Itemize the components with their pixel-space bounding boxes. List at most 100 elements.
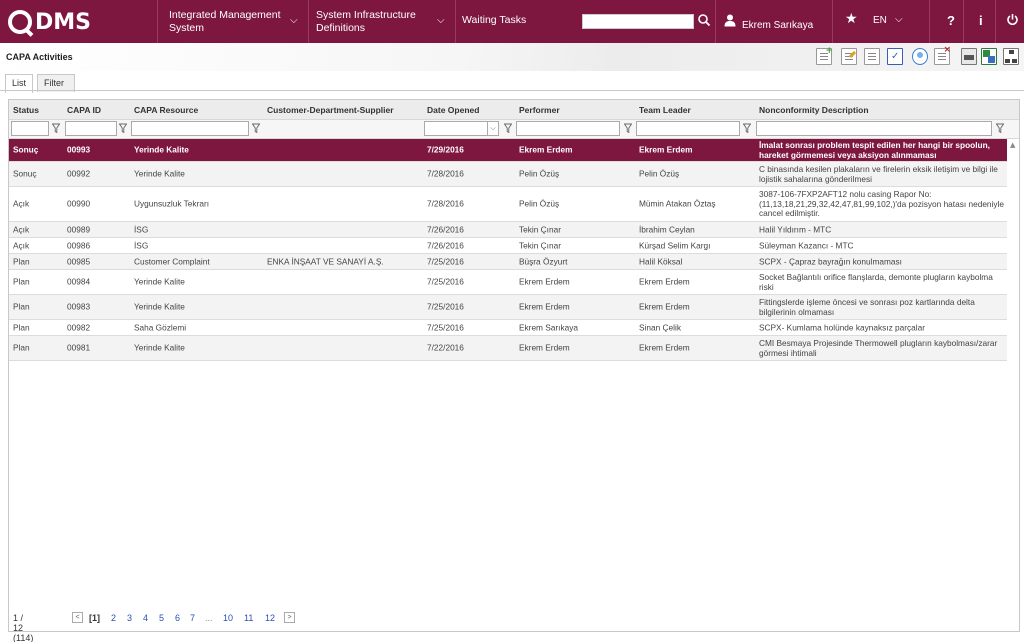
cell-performer: Ekrem Erdem [519,276,570,287]
cell-capa-id: 00986 [67,239,91,250]
filter-funnel-icon[interactable] [743,123,751,134]
chevron-down-icon: ⌵ [290,15,298,26]
filter-funnel-icon[interactable] [252,123,260,134]
chevron-down-icon[interactable]: ⌵ [895,14,903,25]
favorites-star-icon[interactable]: ★ [845,11,858,27]
table-row[interactable]: Açık 00990 Uygunsuzluk Tekrarı 7/28/2016… [9,187,1007,222]
previous-page-icon[interactable]: < [72,612,83,623]
language-selector[interactable]: EN [873,15,887,26]
nav-divider [929,0,930,43]
menu-system-infrastructure-definitions[interactable]: System Infrastructure Definitions ⌵ [316,0,448,43]
menu-waiting-tasks[interactable]: Waiting Tasks [462,0,562,43]
column-header-team-leader[interactable]: Team Leader [639,105,691,115]
delete-record-icon[interactable]: × [934,45,951,65]
cell-status: Sonuç [13,168,37,179]
page-link[interactable]: 6 [175,613,180,623]
cell-date-opened: 7/25/2016 [427,255,464,266]
page-link[interactable]: 3 [127,613,132,623]
filter-team-leader-input[interactable] [636,121,740,136]
filter-funnel-icon[interactable] [119,123,127,134]
page-link[interactable]: 11 [244,613,253,623]
menu-integrated-management-system[interactable]: Integrated Management System ⌵ [169,0,299,43]
new-record-icon[interactable]: + [816,46,833,65]
help-icon[interactable]: ? [947,13,955,28]
page-link[interactable]: 4 [143,613,148,623]
cell-date-opened: 7/22/2016 [427,342,464,353]
table-row[interactable]: Plan 00985 Customer Complaint ENKA İNŞAA… [9,254,1007,270]
page-link[interactable]: 5 [159,613,164,623]
edit-record-icon[interactable] [841,48,857,65]
process-icon[interactable] [912,48,928,65]
toolbar: + ✓ × [816,45,1024,68]
filter-date-opened-input[interactable] [424,121,488,136]
page-link[interactable]: 2 [111,613,116,623]
top-navigation-bar: DMS Integrated Management System ⌵ Syste… [0,0,1024,43]
nav-divider [832,0,833,43]
page-link[interactable]: 10 [223,613,233,623]
column-header-capa-resource[interactable]: CAPA Resource [134,105,198,115]
qdms-logo[interactable]: DMS [8,8,91,36]
cell-capa-resource: İSG [134,223,149,234]
pagination-summary: 1 / 12 (114) [13,613,34,642]
cell-date-opened: 7/28/2016 [427,198,464,209]
column-header-date-opened[interactable]: Date Opened [427,105,479,115]
cell-performer: Büşra Özyurt [519,255,568,266]
cell-capa-resource: Yerinde Kalite [134,144,189,155]
column-header-capa-id[interactable]: CAPA ID [67,105,101,115]
cell-capa-resource: Saha Gözlemi [134,321,187,332]
date-dropdown-icon[interactable]: ⌵ [487,121,499,136]
filter-status-input[interactable] [11,121,49,136]
cell-team-leader: Ekrem Erdem [639,342,690,353]
column-header-performer[interactable]: Performer [519,105,560,115]
next-page-icon[interactable]: > [284,612,295,623]
cell-description-line: SCPX - Çapraz bayrağın konulmaması [759,255,902,266]
scroll-up-arrow-icon[interactable]: ▲ [1010,141,1015,149]
export-excel-icon[interactable] [981,48,997,65]
cell-capa-resource: Yerinde Kalite [134,342,185,353]
cell-description-line: lojistik sahalarına gönderilmesi [759,173,872,184]
table-row[interactable]: Plan 00984 Yerinde Kalite 7/25/2016 Ekre… [9,270,1007,295]
user-name[interactable]: Ekrem Sarıkaya [742,20,813,31]
page-link[interactable]: 7 [190,613,195,623]
view-record-icon[interactable] [864,48,880,65]
info-icon[interactable]: i [979,13,983,28]
cell-performer: Ekrem Sarıkaya [519,321,579,332]
print-icon[interactable] [961,48,977,65]
column-header-nonconformity[interactable]: Nonconformity Description [759,105,869,115]
power-icon[interactable] [1006,13,1019,26]
cell-description-line: riski [759,281,774,292]
filter-funnel-icon[interactable] [504,123,512,134]
cell-performer: Ekrem Erdem [519,301,570,312]
filter-funnel-icon[interactable] [624,123,632,134]
column-header-status[interactable]: Status [13,105,39,115]
filter-nonconformity-input[interactable] [756,121,992,136]
vertical-scrollbar[interactable]: ▲ [1008,139,1019,599]
table-row[interactable]: Açık 00989 İSG 7/26/2016 Tekin Çınar İbr… [9,222,1007,238]
cell-status: Plan [13,301,30,312]
cell-description-line: cancel edilmiştir. [759,208,820,218]
filter-capa-id-input[interactable] [65,121,117,136]
filter-funnel-icon[interactable] [996,123,1004,134]
filter-capa-resource-input[interactable] [131,121,249,136]
menu-label: System Infrastructure Definitions [316,8,416,34]
table-row[interactable]: Plan 00981 Yerinde Kalite 7/22/2016 Ekre… [9,336,1007,361]
cell-team-leader: Ekrem Erdem [639,301,690,312]
table-row[interactable]: Sonuç 00992 Yerinde Kalite 7/28/2016 Pel… [9,162,1007,187]
filter-performer-input[interactable] [516,121,620,136]
nav-divider [995,0,996,43]
search-icon[interactable] [697,13,711,27]
table-row[interactable]: Plan 00982 Saha Gözlemi 7/25/2016 Ekrem … [9,320,1007,336]
cell-performer: Pelin Özüş [519,168,560,179]
table-row[interactable]: Plan 00983 Yerinde Kalite 7/25/2016 Ekre… [9,295,1007,320]
column-header-customer[interactable]: Customer-Department-Supplier [267,105,394,115]
cell-capa-id: 00982 [67,321,91,332]
page-link[interactable]: 12 [265,613,275,623]
table-row[interactable]: Sonuç 00993 Yerinde Kalite 7/29/2016 Ekr… [9,139,1007,162]
cell-team-leader: Sinan Çelik [639,321,681,332]
cell-team-leader: Halil Köksal [639,255,683,266]
table-row[interactable]: Açık 00986 İSG 7/26/2016 Tekin Çınar Kür… [9,238,1007,254]
filter-funnel-icon[interactable] [52,123,60,134]
hierarchy-icon[interactable] [1003,48,1019,65]
checklist-icon[interactable]: ✓ [887,48,903,65]
search-input[interactable] [582,14,694,29]
